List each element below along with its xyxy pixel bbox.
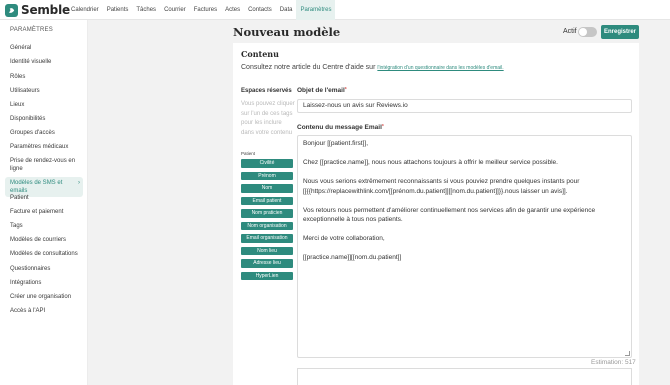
nav-parametres[interactable]: Paramètres bbox=[296, 0, 336, 20]
nav-calendrier[interactable]: Calendrier bbox=[67, 0, 103, 20]
sidebar-item-acces-api[interactable]: Accès à l'API bbox=[5, 307, 83, 315]
help-text: Consultez notre article du Centre d'aide… bbox=[241, 64, 504, 71]
help-article-link[interactable]: l'intégration d'un questionnaire dans le… bbox=[377, 65, 503, 71]
active-label: Actif bbox=[563, 28, 577, 35]
nav-factures[interactable]: Factures bbox=[190, 0, 221, 20]
subject-label: Objet de l'email* bbox=[297, 87, 347, 94]
body-line: Merci de votre collaboration, bbox=[303, 235, 385, 242]
sidebar-item-creer-organisation[interactable]: Créer une organisation bbox=[5, 293, 83, 301]
tag-email-patient[interactable]: Email patient bbox=[241, 196, 293, 205]
save-button[interactable]: Enregistrer bbox=[601, 25, 639, 39]
body-label-text: Contenu du message Email bbox=[297, 124, 382, 131]
body-line: Bonjour [[patient.first]], bbox=[303, 140, 369, 147]
resize-handle[interactable] bbox=[625, 351, 630, 356]
body-line: Nous vous serions extrêmement reconnaiss… bbox=[303, 178, 580, 185]
sidebar-item-parametres-medicaux[interactable]: Paramètres médicaux bbox=[5, 143, 83, 151]
sidebar-item-modeles-courriers[interactable]: Modèles de courriers bbox=[5, 236, 83, 244]
sidebar-item-modeles-consultations[interactable]: Modèles de consultations bbox=[5, 250, 83, 258]
sidebar-item-disponibilites[interactable]: Disponibilités bbox=[5, 115, 83, 123]
sidebar-item-prise-rdv[interactable]: Prise de rendez-vous en ligne bbox=[5, 157, 83, 173]
help-text-label: Consultez notre article du Centre d'aide… bbox=[241, 64, 376, 71]
length-estimate: Estimation: 517 bbox=[591, 359, 636, 366]
tag-nom-organisation[interactable]: Nom organisation bbox=[241, 221, 293, 230]
body-line: Chez [[practice.name]], nous nous attach… bbox=[303, 159, 558, 166]
body-line: Vos retours nous permettent d'améliorer … bbox=[303, 206, 596, 214]
sidebar-item-integrations[interactable]: Intégrations bbox=[5, 279, 83, 287]
nav-contacts[interactable]: Contacts bbox=[244, 0, 276, 20]
tag-adresse-lieu[interactable]: Adresse lieu bbox=[241, 259, 293, 268]
nav-data[interactable]: Data bbox=[276, 0, 297, 20]
sidebar-item-questionnaires[interactable]: Questionnaires bbox=[5, 265, 83, 273]
nav-patients[interactable]: Patients bbox=[103, 0, 133, 20]
body-line: exceptionnelle à tous nos patients. bbox=[303, 216, 403, 223]
semble-logo-icon bbox=[5, 3, 18, 17]
toggle-knob bbox=[579, 28, 587, 36]
sidebar-item-tags[interactable]: Tags bbox=[5, 222, 83, 230]
settings-sidebar: PARAMÈTRES Général Identité visuelle Rôl… bbox=[0, 20, 88, 385]
tag-nom-lieu[interactable]: Nom lieu bbox=[241, 246, 293, 255]
main-nav: Calendrier Patients Tâches Courrier Fact… bbox=[67, 0, 336, 20]
sidebar-item-patient[interactable]: Patient bbox=[5, 194, 83, 202]
subject-label-text: Objet de l'email bbox=[297, 87, 345, 94]
semble-logo[interactable]: Semble bbox=[5, 3, 70, 17]
nav-courrier[interactable]: Courrier bbox=[160, 0, 190, 20]
required-mark: * bbox=[344, 87, 347, 93]
tag-nom[interactable]: Nom bbox=[241, 184, 293, 193]
additional-field[interactable] bbox=[297, 368, 632, 385]
body-label: Contenu du message Email* bbox=[297, 124, 384, 131]
placeholders-description: Vous pouvez cliquer sur l'un de ces tags… bbox=[241, 101, 295, 136]
tag-civilite[interactable]: Civilité bbox=[241, 159, 293, 168]
placeholders-group-patient: Patient bbox=[241, 151, 256, 156]
tag-nom-praticien[interactable]: Nom praticien bbox=[241, 209, 293, 218]
sidebar-title: PARAMÈTRES bbox=[10, 27, 53, 33]
sidebar-item-label: Modèles de SMS et emails bbox=[10, 180, 63, 194]
brand-name: Semble bbox=[21, 3, 70, 17]
tag-hyperlien[interactable]: HyperLien bbox=[241, 271, 293, 280]
chevron-right-icon: › bbox=[78, 180, 80, 186]
nav-taches[interactable]: Tâches bbox=[132, 0, 160, 20]
active-toggle[interactable] bbox=[578, 27, 597, 37]
body-line: [[{{https://replacewithlink.com/[[prénom… bbox=[303, 187, 568, 195]
sidebar-item-roles[interactable]: Rôles bbox=[5, 73, 83, 81]
sidebar-item-lieux[interactable]: Lieux bbox=[5, 101, 83, 109]
sidebar-item-identite-visuelle[interactable]: Identité visuelle bbox=[5, 58, 83, 66]
subject-input[interactable]: Laissez-nous un avis sur Reviews.io bbox=[297, 99, 632, 113]
nav-actes[interactable]: Actes bbox=[221, 0, 244, 20]
sidebar-item-utilisateurs[interactable]: Utilisateurs bbox=[5, 87, 83, 95]
placeholders-title: Espaces réservés bbox=[241, 88, 292, 94]
sidebar-item-facture-paiement[interactable]: Facture et paiement bbox=[5, 208, 83, 216]
email-body-textarea[interactable]: Bonjour [[patient.first]], Chez [[practi… bbox=[297, 135, 632, 358]
content-section-title: Contenu bbox=[241, 49, 279, 59]
template-content-card: Contenu Consultez notre article du Centr… bbox=[233, 43, 639, 385]
sidebar-item-groupes-acces[interactable]: Groupes d'accès bbox=[5, 129, 83, 137]
tag-prenom[interactable]: Prénom bbox=[241, 171, 293, 180]
placeholder-tag-list: Civilité Prénom Nom Email patient Nom pr… bbox=[241, 159, 293, 284]
required-mark: * bbox=[381, 124, 384, 130]
body-line: [[practice.name]][[nom.du.patient]] bbox=[303, 254, 402, 261]
sidebar-item-general[interactable]: Général bbox=[5, 44, 83, 52]
page-title: Nouveau modèle bbox=[233, 25, 341, 39]
top-navigation-bar: Semble Calendrier Patients Tâches Courri… bbox=[0, 0, 670, 20]
tag-email-organisation[interactable]: Email organisation bbox=[241, 234, 293, 243]
